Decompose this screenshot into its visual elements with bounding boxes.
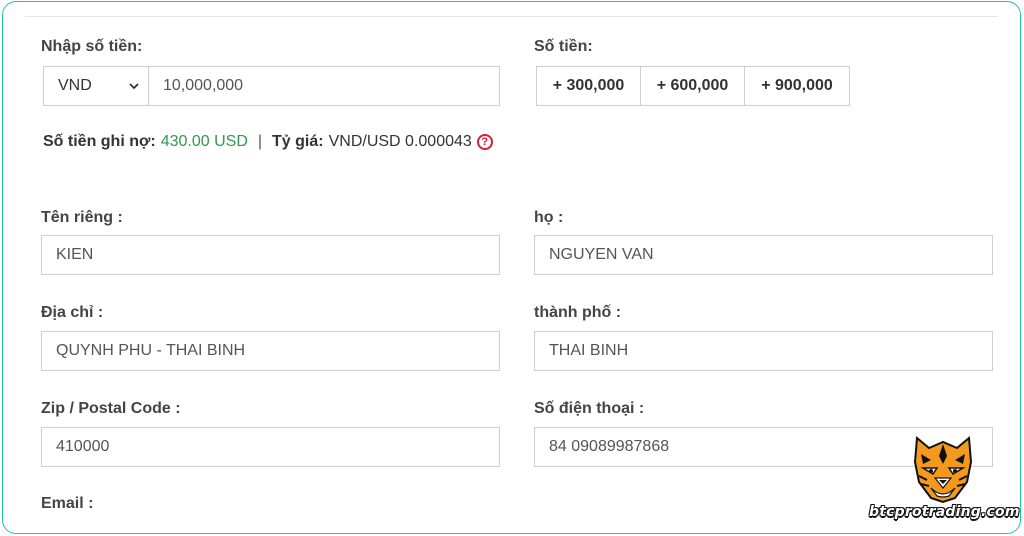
amount-label: Nhập số tiền: [41, 38, 143, 55]
first-name-label: Tên riêng : [41, 209, 123, 226]
chevron-down-icon [129, 83, 139, 90]
zip-label: Zip / Postal Code : [41, 400, 181, 417]
add-900000-button[interactable]: + 900,000 [745, 67, 849, 105]
summary-separator: | [257, 133, 263, 150]
quick-amount-group: + 300,000 + 600,000 + 900,000 [536, 66, 850, 106]
phone-label: Số điện thoại : [534, 400, 645, 417]
first-name-input[interactable]: KIEN [41, 235, 500, 275]
debit-value: 430.00 USD [160, 133, 248, 150]
payment-summary: Số tiền ghi nợ: 430.00 USD | Tỷ giá: VND… [43, 133, 493, 151]
watermark-text: btcprotrading.com [869, 504, 1020, 520]
currency-select[interactable]: VND [43, 66, 149, 106]
address-input[interactable]: QUYNH PHU - THAI BINH [41, 331, 500, 371]
quick-amount-label: Số tiền: [534, 38, 593, 55]
add-300000-button[interactable]: + 300,000 [537, 67, 641, 105]
amount-input[interactable]: 10,000,000 [148, 66, 500, 106]
currency-value: VND [58, 77, 92, 94]
divider [25, 16, 998, 17]
debit-label: Số tiền ghi nợ: [43, 133, 156, 150]
city-label: thành phố : [534, 304, 622, 321]
question-circle-icon[interactable]: ? [476, 134, 493, 150]
zip-input[interactable]: 410000 [41, 427, 500, 467]
form-panel: Nhập số tiền: VND 10,000,000 Số tiền: + … [2, 1, 1021, 534]
tiger-logo-icon [913, 436, 973, 504]
watermark: btcprotrading.com [869, 434, 1019, 524]
rate-label: Tỷ giá: [272, 133, 324, 150]
email-label: Email : [41, 495, 94, 512]
add-600000-button[interactable]: + 600,000 [641, 67, 745, 105]
city-input[interactable]: THAI BINH [534, 331, 993, 371]
address-label: Địa chỉ : [41, 304, 104, 321]
last-name-label: họ : [534, 209, 564, 226]
rate-value: VND/USD 0.000043 [328, 133, 472, 150]
last-name-input[interactable]: NGUYEN VAN [534, 235, 993, 275]
